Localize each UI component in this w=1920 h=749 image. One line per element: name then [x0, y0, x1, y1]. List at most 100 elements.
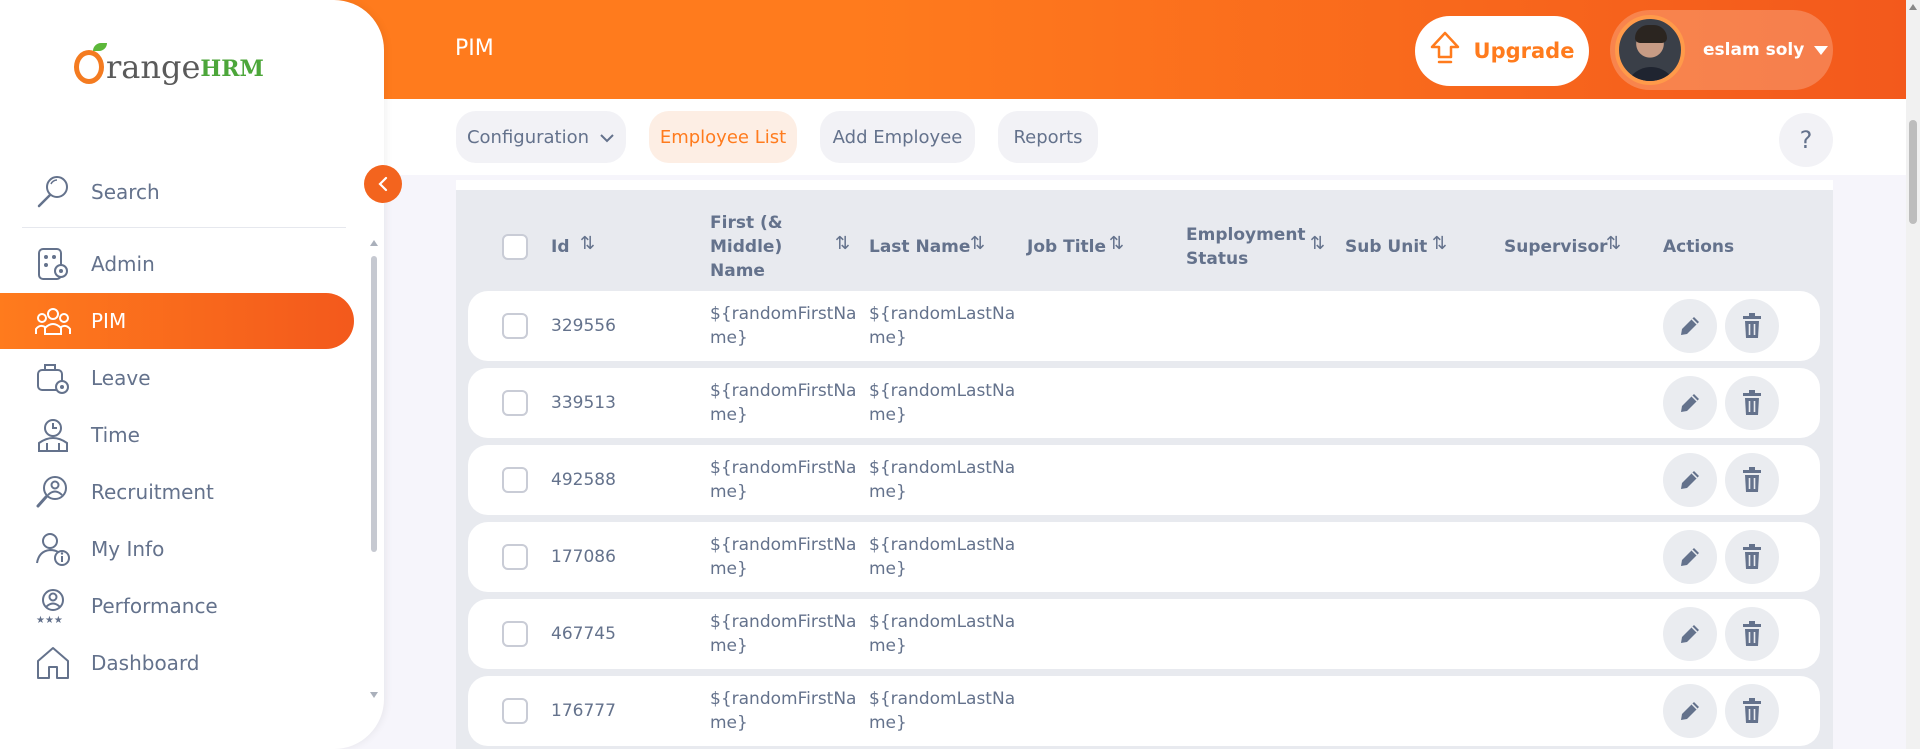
edit-button[interactable]	[1663, 299, 1717, 353]
chevron-left-icon	[378, 176, 388, 192]
sidebar-item-performance[interactable]: ★★★ Performance	[0, 578, 354, 634]
cell-first-name: ${randomFirstNa me}	[710, 612, 857, 656]
trash-icon	[1743, 390, 1761, 415]
edit-button[interactable]	[1663, 684, 1717, 738]
edit-button[interactable]	[1663, 530, 1717, 584]
sidebar-item-recruitment[interactable]: Recruitment	[0, 464, 354, 520]
cell-id: 492588	[551, 470, 616, 490]
delete-button[interactable]	[1725, 607, 1779, 661]
edit-button[interactable]	[1663, 607, 1717, 661]
cell-id: 177086	[551, 547, 616, 567]
row-checkbox[interactable]	[502, 313, 528, 339]
table-row[interactable]: 176777 ${randomFirstNa me} ${randomLastNa…	[468, 676, 1820, 746]
edit-button[interactable]	[1663, 376, 1717, 430]
cell-first-name: ${randomFirstNa me}	[710, 689, 857, 733]
caret-down-icon	[1814, 45, 1829, 55]
nav-add-employee-label: Add Employee	[832, 126, 963, 148]
header-id: Id	[551, 237, 570, 257]
cell-last-name: ${randomLastNa me}	[869, 381, 1016, 425]
row-checkbox[interactable]	[502, 621, 528, 647]
my-info-icon	[33, 529, 73, 569]
upgrade-arrow-icon	[1430, 31, 1460, 71]
cell-id: 329556	[551, 316, 616, 336]
trash-icon	[1743, 544, 1761, 569]
sort-first-name-icon[interactable]: ⇅	[835, 233, 850, 254]
pencil-icon	[1681, 471, 1699, 489]
row-checkbox[interactable]	[502, 390, 528, 416]
row-checkbox[interactable]	[502, 698, 528, 724]
delete-button[interactable]	[1725, 453, 1779, 507]
page-scrollbar[interactable]	[1906, 0, 1920, 749]
table-row[interactable]: 467745 ${randomFirstNa me} ${randomLastNa…	[468, 599, 1820, 669]
sidebar-item-label: My Info	[91, 537, 165, 561]
sidebar-item-label: PIM	[91, 309, 127, 333]
sidebar-item-label: Dashboard	[91, 651, 200, 675]
header-job-title: Job Title	[1027, 237, 1106, 257]
nav-reports-label: Reports	[1013, 126, 1083, 148]
user-name: eslam soly	[1703, 40, 1805, 60]
leave-icon	[33, 358, 73, 398]
nav-reports[interactable]: Reports	[998, 111, 1098, 163]
upgrade-label: Upgrade	[1473, 39, 1575, 63]
trash-icon	[1743, 698, 1761, 723]
search-icon	[33, 172, 73, 212]
cell-id: 467745	[551, 624, 616, 644]
pencil-icon	[1681, 394, 1699, 412]
cell-first-name: ${randomFirstNa me}	[710, 458, 857, 502]
row-checkbox[interactable]	[502, 467, 528, 493]
table-row[interactable]: 177086 ${randomFirstNa me} ${randomLastNa…	[468, 522, 1820, 592]
sort-supervisor-icon[interactable]: ⇅	[1606, 233, 1621, 254]
sort-sub-unit-icon[interactable]: ⇅	[1432, 233, 1447, 254]
delete-button[interactable]	[1725, 299, 1779, 353]
edit-button[interactable]	[1663, 453, 1717, 507]
table-row[interactable]: 339513 ${randomFirstNa me} ${randomLastNa…	[468, 368, 1820, 438]
header-supervisor: Supervisor	[1504, 237, 1608, 257]
trash-icon	[1743, 467, 1761, 492]
row-checkbox[interactable]	[502, 544, 528, 570]
sidebar-item-leave[interactable]: Leave	[0, 350, 354, 406]
sort-last-name-icon[interactable]: ⇅	[970, 233, 985, 254]
pencil-icon	[1681, 702, 1699, 720]
dashboard-icon	[33, 643, 73, 683]
sidebar-item-dashboard[interactable]: Dashboard	[0, 635, 354, 691]
nav-employee-list-label: Employee List	[659, 126, 787, 148]
pencil-icon	[1681, 317, 1699, 335]
sidebar-item-admin[interactable]: Admin	[0, 236, 354, 292]
page-title: PIM	[455, 36, 494, 61]
sort-employment-status-icon[interactable]: ⇅	[1310, 233, 1325, 254]
orangehrm-logo[interactable]: range HRM	[74, 43, 264, 86]
delete-button[interactable]	[1725, 376, 1779, 430]
cell-last-name: ${randomLastNa me}	[869, 304, 1016, 348]
table-row[interactable]: 492588 ${randomFirstNa me} ${randomLastNa…	[468, 445, 1820, 515]
sort-id-icon[interactable]: ⇅	[580, 233, 595, 254]
user-menu[interactable]: eslam soly	[1610, 10, 1833, 90]
nav-configuration[interactable]: Configuration	[456, 111, 626, 163]
nav-employee-list[interactable]: Employee List	[649, 111, 797, 163]
sidebar-item-my-info[interactable]: My Info	[0, 521, 354, 577]
delete-button[interactable]	[1725, 684, 1779, 738]
admin-icon	[33, 244, 73, 284]
time-icon	[33, 415, 73, 455]
pencil-icon	[1681, 625, 1699, 643]
pim-icon	[33, 301, 73, 341]
sidebar-scrollbar[interactable]	[370, 238, 378, 698]
sidebar-item-pim[interactable]: PIM	[0, 293, 354, 349]
sort-job-title-icon[interactable]: ⇅	[1109, 233, 1124, 254]
table-row[interactable]: 329556 ${randomFirstNa me} ${randomLastNa…	[468, 291, 1820, 361]
recruitment-icon	[33, 472, 73, 512]
cell-id: 176777	[551, 701, 616, 721]
nav-add-employee[interactable]: Add Employee	[820, 111, 975, 163]
cell-last-name: ${randomLastNa me}	[869, 612, 1016, 656]
sub-navigation: Configuration Employee List Add Employee…	[384, 99, 1906, 175]
select-all-checkbox[interactable]	[502, 234, 528, 260]
cell-last-name: ${randomLastNa me}	[869, 535, 1016, 579]
delete-button[interactable]	[1725, 530, 1779, 584]
upgrade-button[interactable]: Upgrade	[1415, 16, 1589, 86]
cell-first-name: ${randomFirstNa me}	[710, 304, 857, 348]
sidebar-item-time[interactable]: Time	[0, 407, 354, 463]
collapse-sidebar-button[interactable]	[364, 165, 402, 203]
sidebar-search[interactable]: Search	[0, 164, 354, 220]
help-button[interactable]: ?	[1779, 113, 1833, 167]
trash-icon	[1743, 621, 1761, 646]
cell-first-name: ${randomFirstNa me}	[710, 381, 857, 425]
